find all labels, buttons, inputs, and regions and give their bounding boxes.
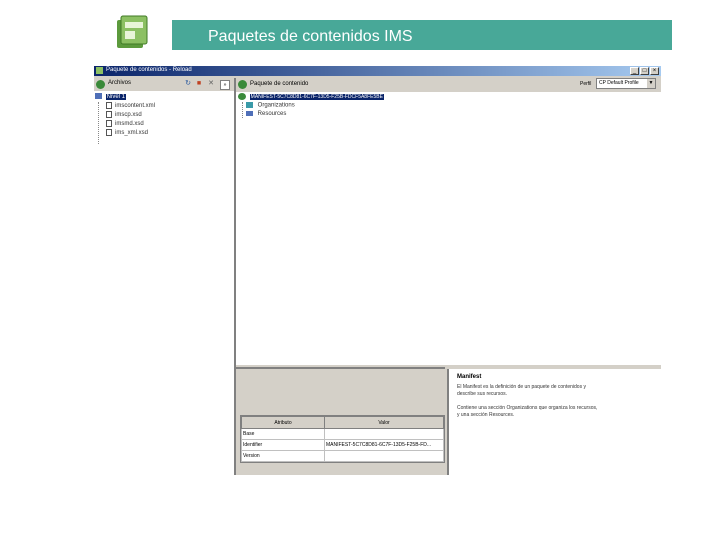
app-window: Paquete de contenidos - Reload _ □ × Arc… — [94, 66, 661, 475]
help-line: describe sus recursos. — [457, 391, 508, 397]
tree-file[interactable]: imscontent.xml — [106, 102, 155, 111]
content-package-label: Paquete de contenido — [250, 81, 309, 87]
table-cell[interactable] — [324, 450, 444, 462]
slide-title: Paquetes de contenidos IMS — [208, 28, 413, 45]
resources-node[interactable]: Resources — [246, 111, 286, 120]
table-cell: Base — [241, 428, 325, 440]
table-row[interactable]: Version — [241, 450, 444, 462]
new-file-icon[interactable]: ■ — [195, 80, 203, 88]
folder-label: Nivel 1 — [105, 93, 127, 100]
help-title: Manifest — [457, 374, 482, 380]
organizations-node[interactable]: Organizations — [246, 102, 295, 111]
minimize-button[interactable]: _ — [630, 67, 639, 75]
help-line: Contiene una sección Organizations que o… — [457, 405, 598, 411]
tree-file[interactable]: ims_xml.xsd — [106, 129, 148, 138]
profile-value: CP Default Profile — [599, 80, 639, 86]
delete-icon[interactable]: ✕ — [207, 80, 215, 88]
logo-icon — [113, 14, 153, 52]
column-header[interactable]: Atributo — [241, 416, 325, 429]
folder-icon — [96, 80, 105, 89]
file-tree-toolbar: Archivos ↻ ■ ✕ » — [94, 78, 234, 91]
table-row[interactable]: Identifier MANIFEST-5C7C8D81-6C7F-13D5-F… — [241, 439, 444, 451]
table-cell[interactable]: MANIFEST-5C7C8D81-6C7F-13D5-F25B-FD... — [324, 439, 444, 451]
file-icon — [106, 129, 112, 136]
manifest-id: MANIFEST-5C7C8D81-6C7F-13D5-F25B-FDCF5A8… — [249, 94, 384, 101]
manifest-node[interactable]: MANIFEST-5C7C8D81-6C7F-13D5-F25B-FDCF5A8… — [238, 93, 384, 102]
attributes-table: Atributo Valor Base Identifier MANIFEST-… — [240, 415, 445, 463]
file-name: imscontent.xml — [115, 103, 156, 110]
manifest-tree-pane: MANIFEST-5C7C8D81-6C7F-13D5-F25B-FDCF5A8… — [236, 92, 661, 365]
table-cell: Version — [241, 450, 325, 462]
chevron-down-icon[interactable]: ▼ — [647, 79, 655, 88]
resources-icon — [246, 111, 253, 116]
table-row[interactable]: Base — [241, 428, 444, 440]
organizations-label: Organizations — [257, 102, 295, 109]
close-button[interactable]: × — [650, 67, 659, 75]
file-icon — [106, 102, 112, 109]
window-title: Paquete de contenidos - Reload — [106, 67, 192, 73]
organizations-icon — [246, 102, 253, 108]
file-name: ims_xml.xsd — [115, 130, 149, 137]
file-icon — [106, 111, 112, 118]
file-name: imscp.xsd — [115, 112, 142, 119]
help-line: El Manifest es la definición de un paque… — [457, 384, 586, 390]
profile-label: Perfil — [580, 81, 592, 87]
resources-label: Resources — [257, 111, 287, 118]
package-icon — [238, 80, 247, 89]
table-cell: Identifier — [241, 439, 325, 451]
package-icon — [238, 93, 246, 100]
attributes-pane: Atributo Valor Base Identifier MANIFEST-… — [236, 367, 445, 475]
maximize-button[interactable]: □ — [640, 67, 649, 75]
tree-folder-nivel1[interactable]: Nivel 1 — [95, 93, 127, 102]
help-pane: Manifest El Manifest es la definición de… — [447, 369, 661, 475]
table-cell[interactable] — [324, 428, 444, 440]
window-titlebar: Paquete de contenidos - Reload _ □ × — [94, 66, 661, 76]
tree-file[interactable]: imsmd.xsd — [106, 120, 144, 129]
app-icon — [96, 67, 103, 74]
file-tree-pane: Archivos ↻ ■ ✕ » Nivel 1 imscontent.xml … — [94, 78, 236, 475]
file-name: imsmd.xsd — [115, 121, 144, 128]
archive-label: Archivos — [108, 80, 132, 86]
file-icon — [106, 120, 112, 127]
scroll-arrow-icon[interactable]: » — [220, 80, 230, 90]
refresh-icon[interactable]: ↻ — [184, 80, 192, 88]
profile-select[interactable]: CP Default Profile ▼ — [596, 78, 656, 89]
help-line: y una sección Resources. — [457, 412, 515, 418]
slide-title-bar: Paquetes de contenidos IMS — [172, 20, 672, 50]
tree-file[interactable]: imscp.xsd — [106, 111, 142, 120]
folder-icon — [95, 93, 102, 99]
column-header[interactable]: Valor — [324, 416, 444, 429]
